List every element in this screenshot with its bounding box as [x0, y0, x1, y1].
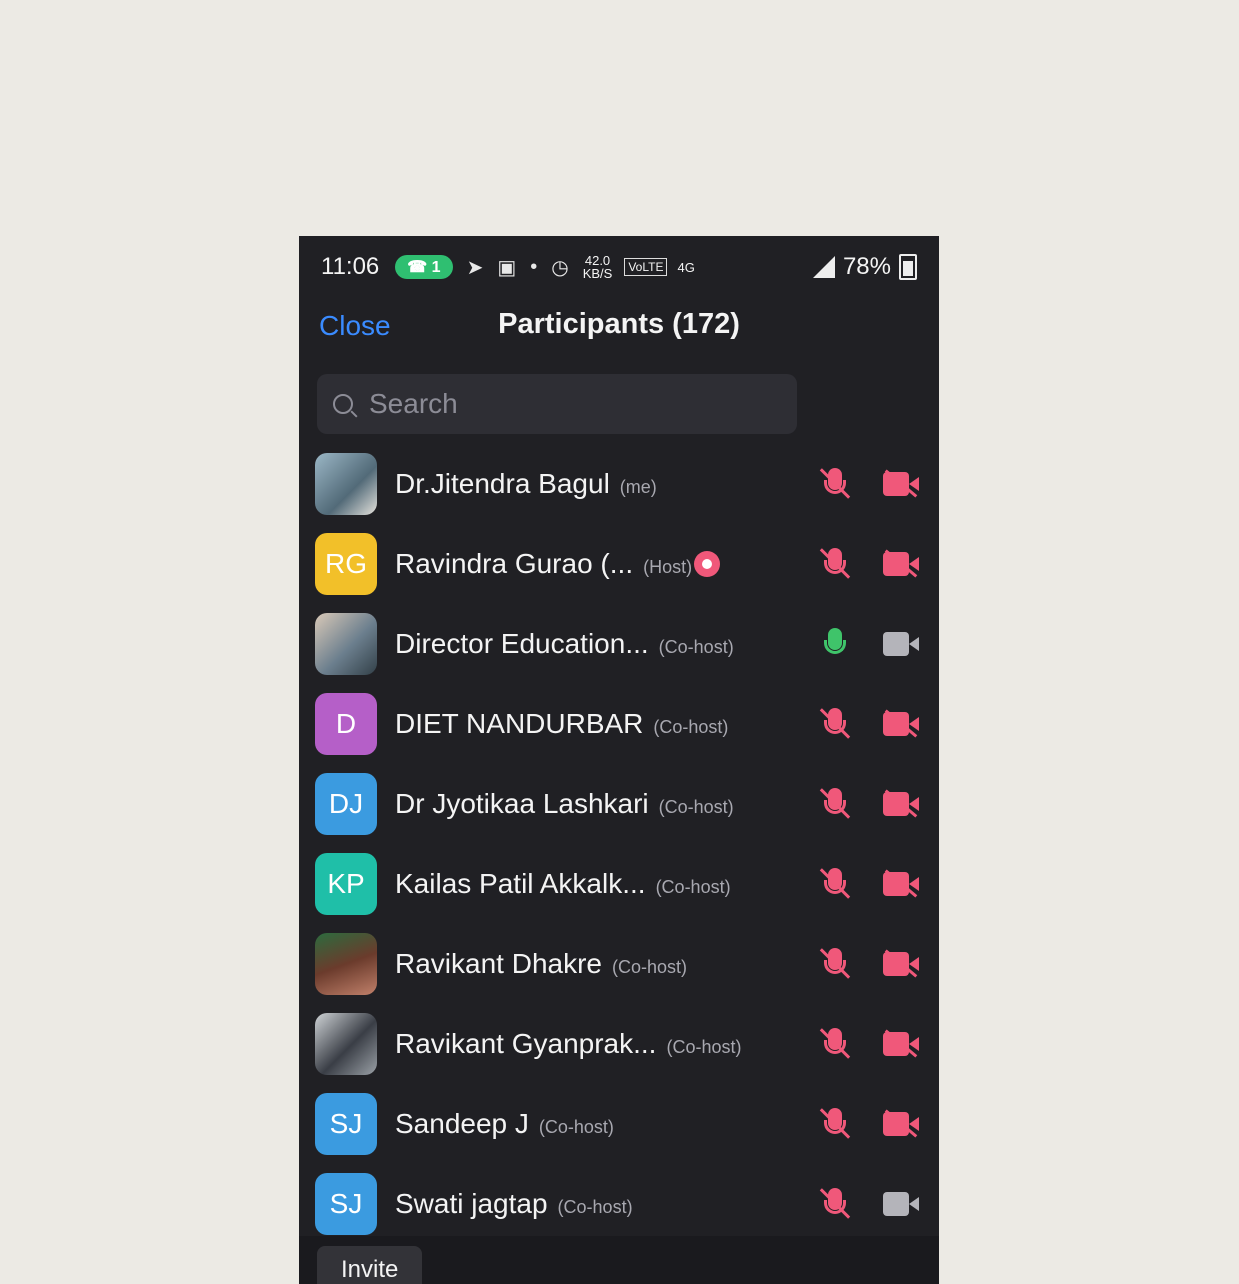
video-off-icon[interactable] [883, 868, 921, 900]
video-off-icon[interactable] [883, 468, 921, 500]
avatar: KP [315, 853, 377, 915]
participant-role: (Co-host) [658, 797, 734, 817]
participant-name: DIET NANDURBAR [395, 708, 644, 739]
search-placeholder: Search [369, 388, 458, 419]
participant-role: (Co-host) [658, 637, 734, 657]
participant-row[interactable]: Ravikant Gyanprak... (Co-host) [299, 1004, 939, 1084]
participant-role: (Co-host) [653, 717, 729, 737]
participant-name: Swati jagtap [395, 1188, 548, 1219]
participant-name: Ravindra Gurao (... [395, 548, 634, 579]
mic-muted-icon[interactable] [817, 466, 853, 502]
participant-name: Sandeep J [395, 1108, 529, 1139]
recording-icon [694, 551, 720, 577]
alarm-icon: ◷ [551, 256, 569, 279]
participant-row[interactable]: SJ Swati jagtap (Co-host) [299, 1164, 939, 1244]
mic-muted-icon[interactable] [817, 1106, 853, 1142]
zoom-participants-screen: 11:06 ☎ 1 ➤ ▣ • ◷ 42.0 KB/S VoLTE 4G 78% … [299, 236, 939, 1284]
participant-name-wrap: Director Education... (Co-host) [395, 628, 939, 660]
dot-icon: • [530, 255, 538, 278]
video-off-icon[interactable] [883, 948, 921, 980]
participant-name: Dr Jyotikaa Lashkari [395, 788, 649, 819]
participant-role: (Co-host) [611, 957, 687, 977]
send-icon: ➤ [466, 256, 484, 279]
mic-muted-icon[interactable] [817, 946, 853, 982]
avatar [315, 933, 377, 995]
participant-row[interactable]: Dr.Jitendra Bagul (me) [299, 444, 939, 524]
net-speed-unit: KB/S [582, 266, 613, 281]
phone-photo-stage: 11:06 ☎ 1 ➤ ▣ • ◷ 42.0 KB/S VoLTE 4G 78% … [299, 0, 939, 1284]
participant-row[interactable]: RG Ravindra Gurao (... (Host) [299, 524, 939, 604]
mic-muted-icon[interactable] [817, 546, 853, 582]
participant-role: (Co-host) [655, 877, 731, 897]
volte-badge: VoLTE [624, 258, 668, 276]
participant-name-wrap: Ravikant Gyanprak... (Co-host) [395, 1028, 939, 1060]
avatar: SJ [315, 1173, 377, 1235]
battery-percent: 78% [842, 253, 891, 280]
participant-name-wrap: Swati jagtap (Co-host) [395, 1188, 939, 1220]
participant-name: Ravikant Dhakre [395, 948, 602, 979]
mic-muted-icon[interactable] [817, 706, 853, 742]
participant-row[interactable]: D DIET NANDURBAR (Co-host) [299, 684, 939, 764]
mic-muted-icon[interactable] [817, 1186, 853, 1222]
video-off-icon[interactable] [883, 548, 921, 580]
participant-row[interactable]: DJ Dr Jyotikaa Lashkari (Co-host) [299, 764, 939, 844]
avatar: SJ [315, 1093, 377, 1155]
participant-name-wrap: Dr.Jitendra Bagul (me) [395, 468, 939, 500]
participant-role: (me) [619, 477, 657, 497]
notification-icon: ▣ [497, 256, 517, 279]
search-icon [333, 394, 353, 414]
ongoing-call-pill[interactable]: ☎ 1 [395, 255, 453, 279]
invite-button[interactable]: Invite [317, 1246, 423, 1284]
participant-name-wrap: Kailas Patil Akkalk... (Co-host) [395, 868, 939, 900]
video-camera-icon[interactable] [883, 1188, 921, 1220]
participant-name: Director Education... [395, 628, 649, 659]
status-bar: 11:06 ☎ 1 ➤ ▣ • ◷ 42.0 KB/S VoLTE 4G 78% [299, 236, 939, 298]
participant-role: (Co-host) [557, 1197, 633, 1217]
mic-muted-icon[interactable] [817, 1026, 853, 1062]
participant-row[interactable]: Ravikant Dhakre (Co-host) [299, 924, 939, 1004]
mic-muted-icon[interactable] [817, 786, 853, 822]
participant-name-wrap: Ravindra Gurao (... (Host) [395, 548, 939, 580]
participant-name: Ravikant Gyanprak... [395, 1028, 657, 1059]
page-title: Participants (172) [498, 308, 740, 340]
video-off-icon[interactable] [883, 788, 921, 820]
mic-on-icon[interactable] [817, 626, 853, 662]
participant-role: (Co-host) [666, 1037, 742, 1057]
participants-header: Close Participants (172) [299, 298, 939, 362]
participant-name: Dr.Jitendra Bagul [395, 468, 610, 499]
participant-row[interactable]: SJ Sandeep J (Co-host) [299, 1084, 939, 1164]
invite-bar: Invite [299, 1236, 939, 1284]
participant-list: Dr.Jitendra Bagul (me) RG Ravindra Gurao (.… [299, 444, 939, 1284]
participant-name-wrap: Dr Jyotikaa Lashkari (Co-host) [395, 788, 939, 820]
call-pill-count: 1 [431, 259, 441, 276]
participant-role: (Co-host) [538, 1117, 614, 1137]
video-off-icon[interactable] [883, 1028, 921, 1060]
video-off-icon[interactable] [883, 1108, 921, 1140]
avatar: D [315, 693, 377, 755]
signal-icon [812, 256, 835, 278]
mic-muted-icon[interactable] [817, 866, 853, 902]
avatar [315, 613, 377, 675]
net-speed: 42.0 KB/S [582, 253, 613, 281]
avatar: DJ [315, 773, 377, 835]
participant-name-wrap: DIET NANDURBAR (Co-host) [395, 708, 939, 740]
participant-row[interactable]: KP Kailas Patil Akkalk... (Co-host) [299, 844, 939, 924]
video-off-icon[interactable] [883, 708, 921, 740]
participant-role: (Host) [643, 557, 693, 577]
participant-name-wrap: Ravikant Dhakre (Co-host) [395, 948, 939, 980]
video-camera-icon[interactable] [883, 628, 921, 660]
avatar [315, 1013, 377, 1075]
network-type: 4G [677, 259, 695, 275]
avatar [315, 453, 377, 515]
avatar: RG [315, 533, 377, 595]
participant-name-wrap: Sandeep J (Co-host) [395, 1108, 939, 1140]
participant-row[interactable]: Director Education... (Co-host) [299, 604, 939, 684]
search-input[interactable]: Search [317, 374, 797, 434]
participant-name: Kailas Patil Akkalk... [395, 868, 646, 899]
status-time: 11:06 [321, 253, 380, 280]
battery-icon [899, 254, 917, 280]
